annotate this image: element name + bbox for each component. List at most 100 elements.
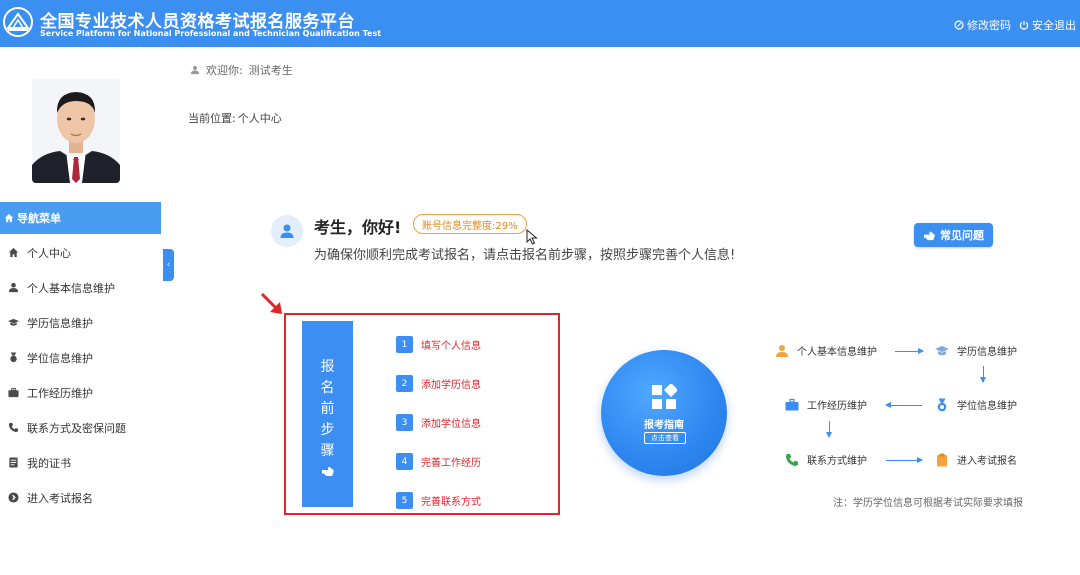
flow-degree[interactable]: 学位信息维护: [935, 397, 1017, 412]
greeting-title: 考生，你好!: [314, 218, 402, 237]
exam-guide-sub: 点击查看: [644, 432, 686, 444]
flow-enter-exam[interactable]: 进入考试报名: [935, 452, 1017, 467]
header-actions: 修改密码 安全退出: [954, 17, 1076, 33]
sidebar-item-label: 学位信息维护: [27, 351, 93, 365]
flow-label: 学位信息维护: [957, 401, 1017, 412]
steps-banner-char: 报: [320, 359, 335, 375]
sidebar-item-personal-center[interactable]: 个人中心: [0, 235, 161, 270]
sidebar-item-label: 工作经历维护: [27, 386, 93, 400]
grid-apps-icon: [652, 384, 677, 409]
greeting-avatar-icon: [271, 215, 303, 247]
nav-list: 个人中心 个人基本信息维护 学历信息维护 学位信息维护 工作经历维护 联系方式及…: [0, 235, 161, 515]
step-add-degree[interactable]: 3 添加学位信息: [396, 403, 481, 442]
flow-label: 工作经历维护: [807, 401, 867, 412]
nav-menu-title: 导航菜单: [17, 212, 61, 225]
user-icon: [190, 65, 200, 75]
phone-icon: [8, 422, 19, 433]
medal-icon: [10, 352, 17, 363]
edit-icon: [954, 20, 964, 30]
sidebar-item-enter-exam[interactable]: 进入考试报名: [0, 480, 161, 515]
platform-logo-icon: [3, 7, 33, 37]
flow-label: 学历信息维护: [957, 347, 1017, 358]
pointer-arrow-icon: [260, 292, 282, 314]
step-complete-work[interactable]: 4 完善工作经历: [396, 442, 481, 481]
steps-banner: 报 名 前 步 骤: [302, 321, 353, 507]
platform-subtitle: Service Platform for National Profession…: [40, 29, 382, 38]
exam-guide-label: 报考指南: [644, 420, 684, 431]
flow-work[interactable]: 工作经历维护: [785, 397, 867, 412]
sidebar-item-label: 个人基本信息维护: [27, 281, 115, 295]
breadcrumb-label: 当前位置:: [188, 112, 236, 125]
sidebar-item-work[interactable]: 工作经历维护: [0, 375, 161, 410]
footnote: 注：学历学位信息可根据考试实际要求填报: [833, 498, 1023, 509]
steps-banner-char: 前: [320, 401, 335, 417]
graduation-cap-icon: [8, 318, 19, 326]
briefcase-icon: [8, 387, 19, 398]
step-number: 4: [396, 453, 413, 470]
step-add-education[interactable]: 2 添加学历信息: [396, 364, 481, 403]
user-avatar: [32, 79, 120, 183]
logout-label: 安全退出: [1032, 19, 1076, 32]
flow-label: 个人基本信息维护: [797, 347, 877, 358]
completeness-badge: 账号信息完整度:29%: [413, 214, 527, 234]
step-label: 添加学历信息: [421, 380, 481, 391]
step-number: 2: [396, 375, 413, 392]
home-icon: [4, 213, 14, 223]
flow-label: 进入考试报名: [957, 456, 1017, 467]
mouse-cursor-icon: [526, 229, 538, 245]
flow-label: 联系方式维护: [807, 456, 867, 467]
sidebar-item-label: 进入考试报名: [27, 491, 93, 505]
arrow-circle-icon: [8, 492, 19, 503]
flow-arrow-down: [980, 366, 986, 383]
sidebar-item-label: 个人中心: [27, 246, 71, 260]
greeting-subtitle: 为确保你顺利完成考试报名，请点击报名前步骤，按照步骤完善个人信息!: [314, 248, 736, 263]
flow-education[interactable]: 学历信息维护: [935, 343, 1017, 358]
steps-banner-char: 步: [320, 422, 335, 438]
nav-menu-header: 导航菜单: [0, 202, 161, 234]
welcome-bar: 欢迎你: 测试考生: [190, 62, 293, 78]
exam-guide-button[interactable]: 报考指南 点击查看: [601, 350, 727, 476]
steps-banner-char: 名: [320, 380, 335, 396]
step-label: 完善工作经历: [421, 458, 481, 469]
phone-icon: [786, 453, 798, 466]
briefcase-icon: [785, 398, 799, 410]
hand-point-icon: [923, 231, 935, 240]
breadcrumb: 当前位置: 个人中心: [188, 110, 282, 126]
medal-icon: [937, 398, 947, 411]
chevron-left-icon: ‹: [166, 260, 171, 270]
power-icon: [1019, 21, 1029, 30]
sidebar-item-basic-info[interactable]: 个人基本信息维护: [0, 270, 161, 305]
step-number: 1: [396, 336, 413, 353]
certificate-icon: [9, 457, 18, 468]
step-label: 完善联系方式: [421, 497, 481, 508]
sidebar-collapse-toggle[interactable]: ‹: [163, 249, 174, 281]
flow-arrow-down: [826, 421, 832, 438]
change-password-label: 修改密码: [967, 19, 1011, 32]
flow-arrow-left: [885, 402, 922, 408]
user-icon: [776, 344, 788, 357]
graduation-cap-icon: [935, 345, 949, 355]
flow-personal-info[interactable]: 个人基本信息维护: [775, 343, 877, 358]
sidebar: 导航菜单 个人中心 个人基本信息维护 学历信息维护 学位信息维护 工作经历维护 …: [0, 47, 161, 575]
step-fill-personal-info[interactable]: 1 填写个人信息: [396, 325, 481, 364]
clipboard-icon: [937, 453, 947, 466]
sidebar-item-degree[interactable]: 学位信息维护: [0, 340, 161, 375]
home-icon: [8, 247, 19, 258]
step-complete-contact[interactable]: 5 完善联系方式: [396, 481, 481, 520]
sidebar-item-education[interactable]: 学历信息维护: [0, 305, 161, 340]
sidebar-item-contact[interactable]: 联系方式及密保问题: [0, 410, 161, 445]
steps-list: 1 填写个人信息 2 添加学历信息 3 添加学位信息 4 完善工作经历 5 完善…: [396, 325, 481, 520]
steps-banner-char: 骤: [320, 443, 335, 459]
change-password-link[interactable]: 修改密码: [954, 17, 1011, 33]
breadcrumb-current: 个人中心: [237, 112, 282, 125]
step-number: 5: [396, 492, 413, 509]
logout-link[interactable]: 安全退出: [1019, 17, 1076, 33]
flow-contact[interactable]: 联系方式维护: [785, 452, 867, 467]
faq-button[interactable]: 常见问题: [914, 223, 993, 247]
welcome-username: 测试考生: [248, 64, 293, 77]
sidebar-item-certificates[interactable]: 我的证书: [0, 445, 161, 480]
hand-point-icon: [321, 466, 334, 476]
step-label: 填写个人信息: [421, 341, 481, 352]
sidebar-item-label: 学历信息维护: [27, 316, 93, 330]
flow-arrow-right: [886, 457, 923, 463]
